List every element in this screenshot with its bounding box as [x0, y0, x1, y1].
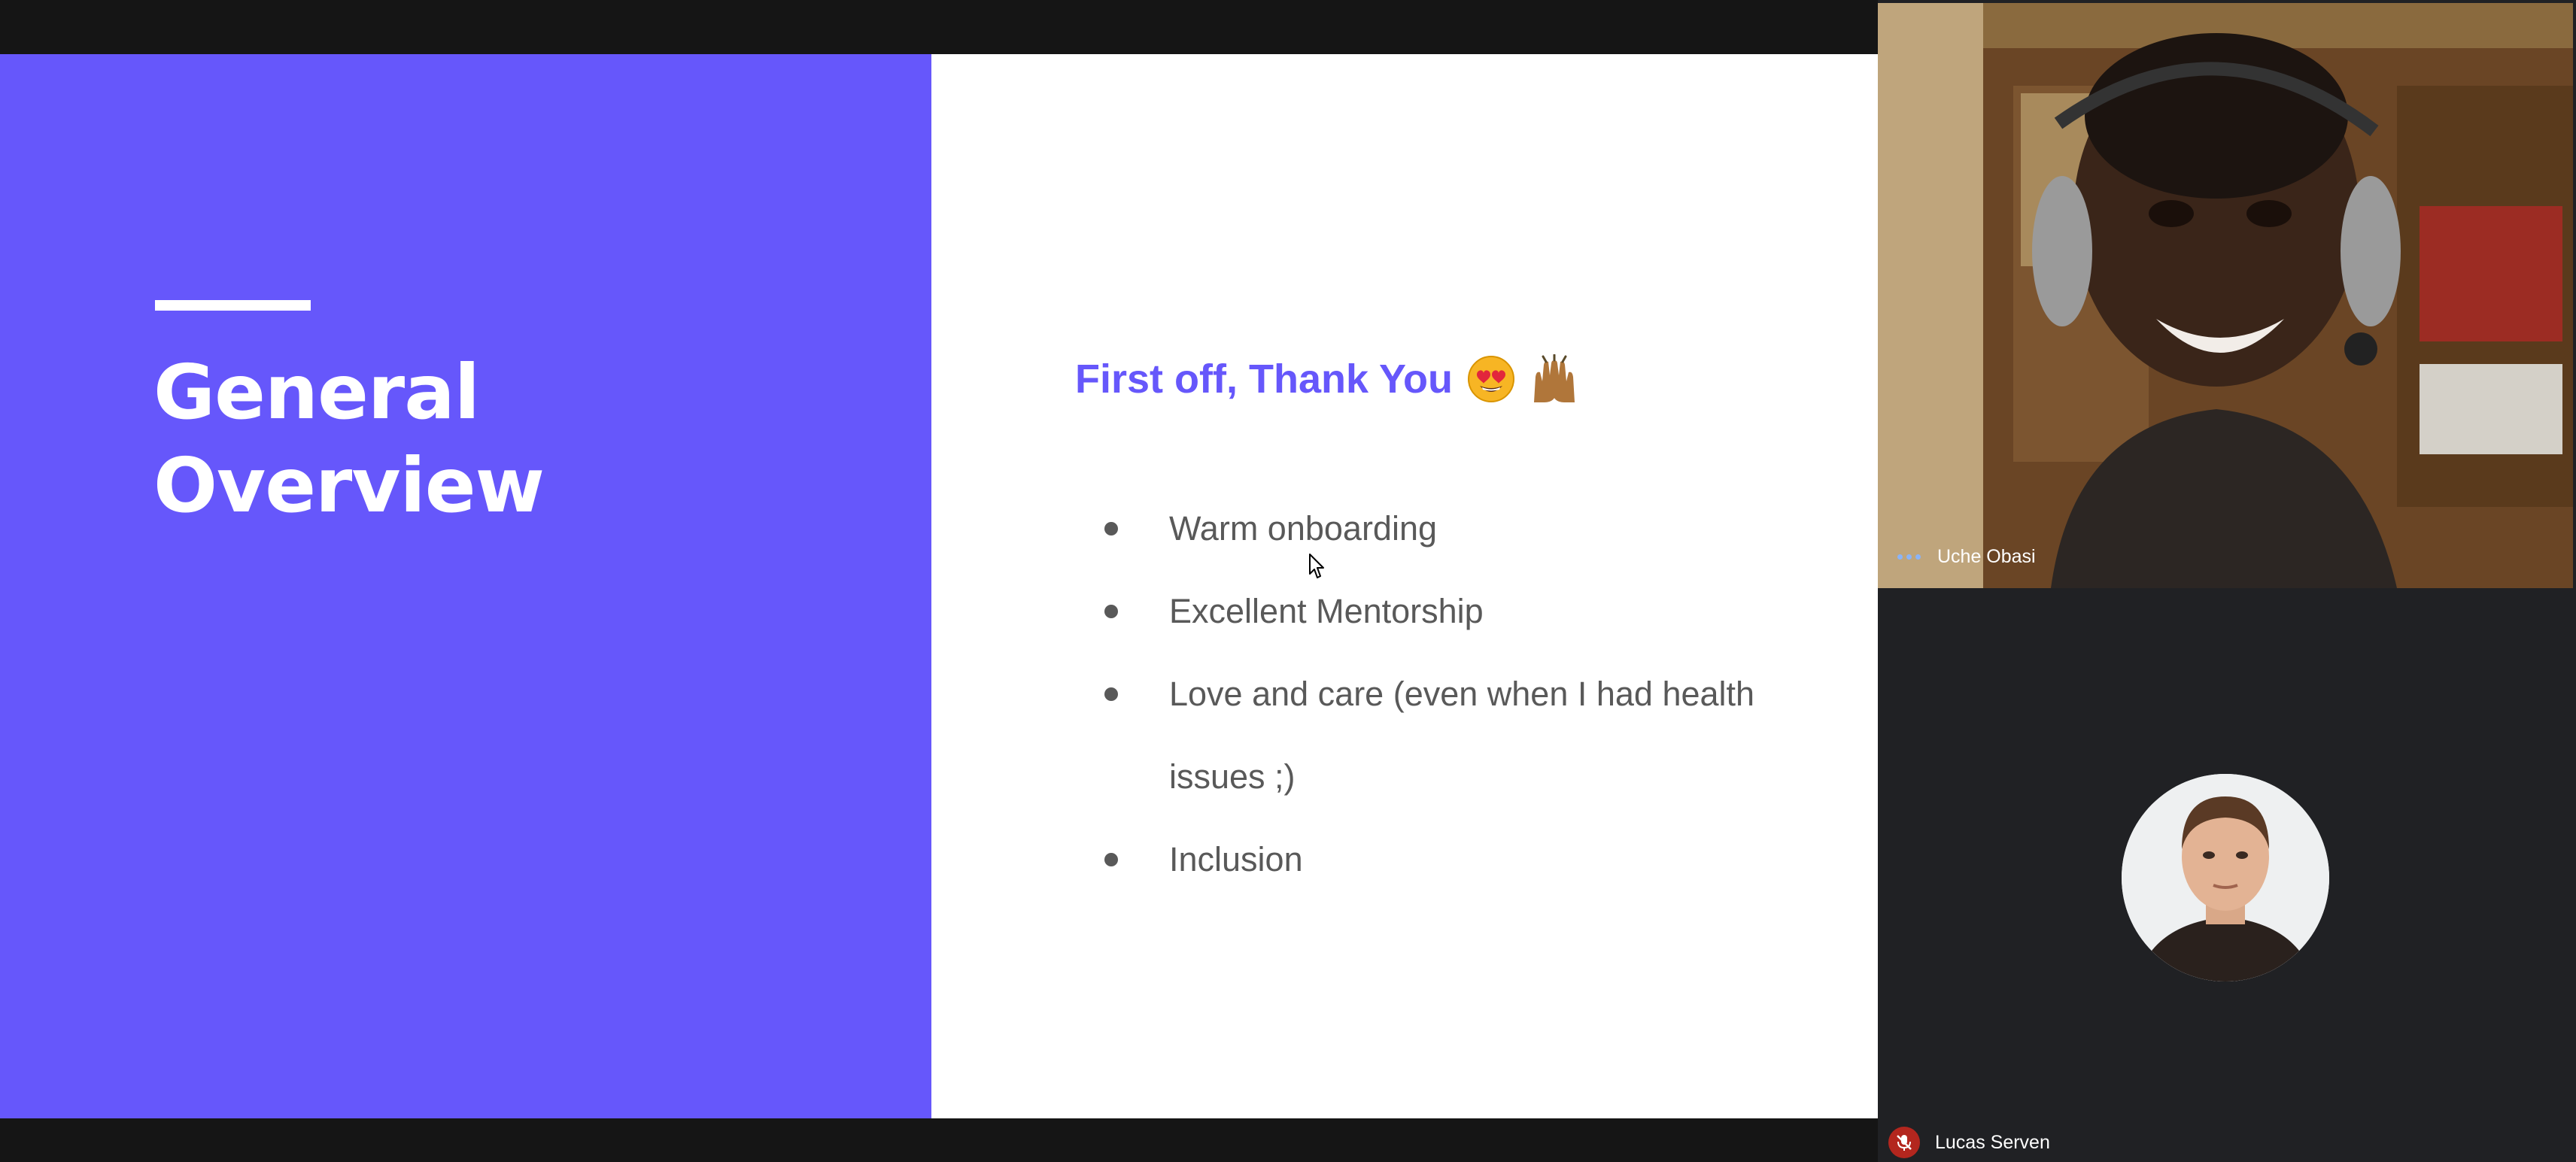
slide-title-line-2: Overview — [153, 441, 545, 529]
participant-video — [1878, 3, 2573, 588]
more-options-icon[interactable] — [1897, 554, 1921, 560]
bullet-text: Love and care (even when I had health — [1169, 675, 1755, 713]
top-bar — [0, 0, 1878, 54]
raising-hands-emoji-icon — [1530, 354, 1579, 404]
slide-content-panel: First off, Thank You Warm onboarding Exc… — [931, 54, 1878, 1118]
slide-title: General Overview — [153, 346, 876, 532]
participant-name-tag: Lucas Serven — [1888, 1127, 2050, 1158]
participant-name: Uche Obasi — [1937, 546, 2036, 567]
bullet-dot — [1104, 687, 1118, 701]
participant-tile-uche[interactable]: Uche Obasi — [1878, 3, 2573, 588]
bullet-text: Warm onboarding — [1169, 509, 1438, 548]
heart-eyes-emoji-icon — [1466, 354, 1516, 404]
bullet-text: Inclusion — [1169, 840, 1303, 878]
bullet-dot — [1104, 853, 1118, 866]
participant-name-tag: Uche Obasi — [1897, 546, 2036, 568]
avatar — [2122, 774, 2329, 981]
bullet-text: Excellent Mentorship — [1169, 592, 1484, 630]
title-rule — [155, 300, 311, 311]
presentation-slide: General Overview First off, Thank You Wa… — [0, 54, 1878, 1118]
mic-off-icon — [1888, 1127, 1920, 1158]
participant-tile-lucas[interactable]: Lucas Serven — [1878, 588, 2576, 1162]
participants-panel: Uche Obasi Lucas Serven — [1878, 0, 2576, 1162]
participant-name: Lucas Serven — [1935, 1131, 2050, 1153]
slide-title-line-1: General — [153, 348, 480, 436]
slide-heading: First off, Thank You — [1075, 349, 1579, 409]
bullet-dot — [1104, 522, 1118, 535]
bullet-dot — [1104, 605, 1118, 618]
slide-heading-text: First off, Thank You — [1075, 356, 1454, 402]
bottom-bar — [0, 1118, 1878, 1162]
slide-title-panel: General Overview — [0, 54, 931, 1118]
bullet-text-continued: issues ;) — [1169, 757, 1296, 796]
mouse-cursor-icon — [1309, 554, 1324, 578]
